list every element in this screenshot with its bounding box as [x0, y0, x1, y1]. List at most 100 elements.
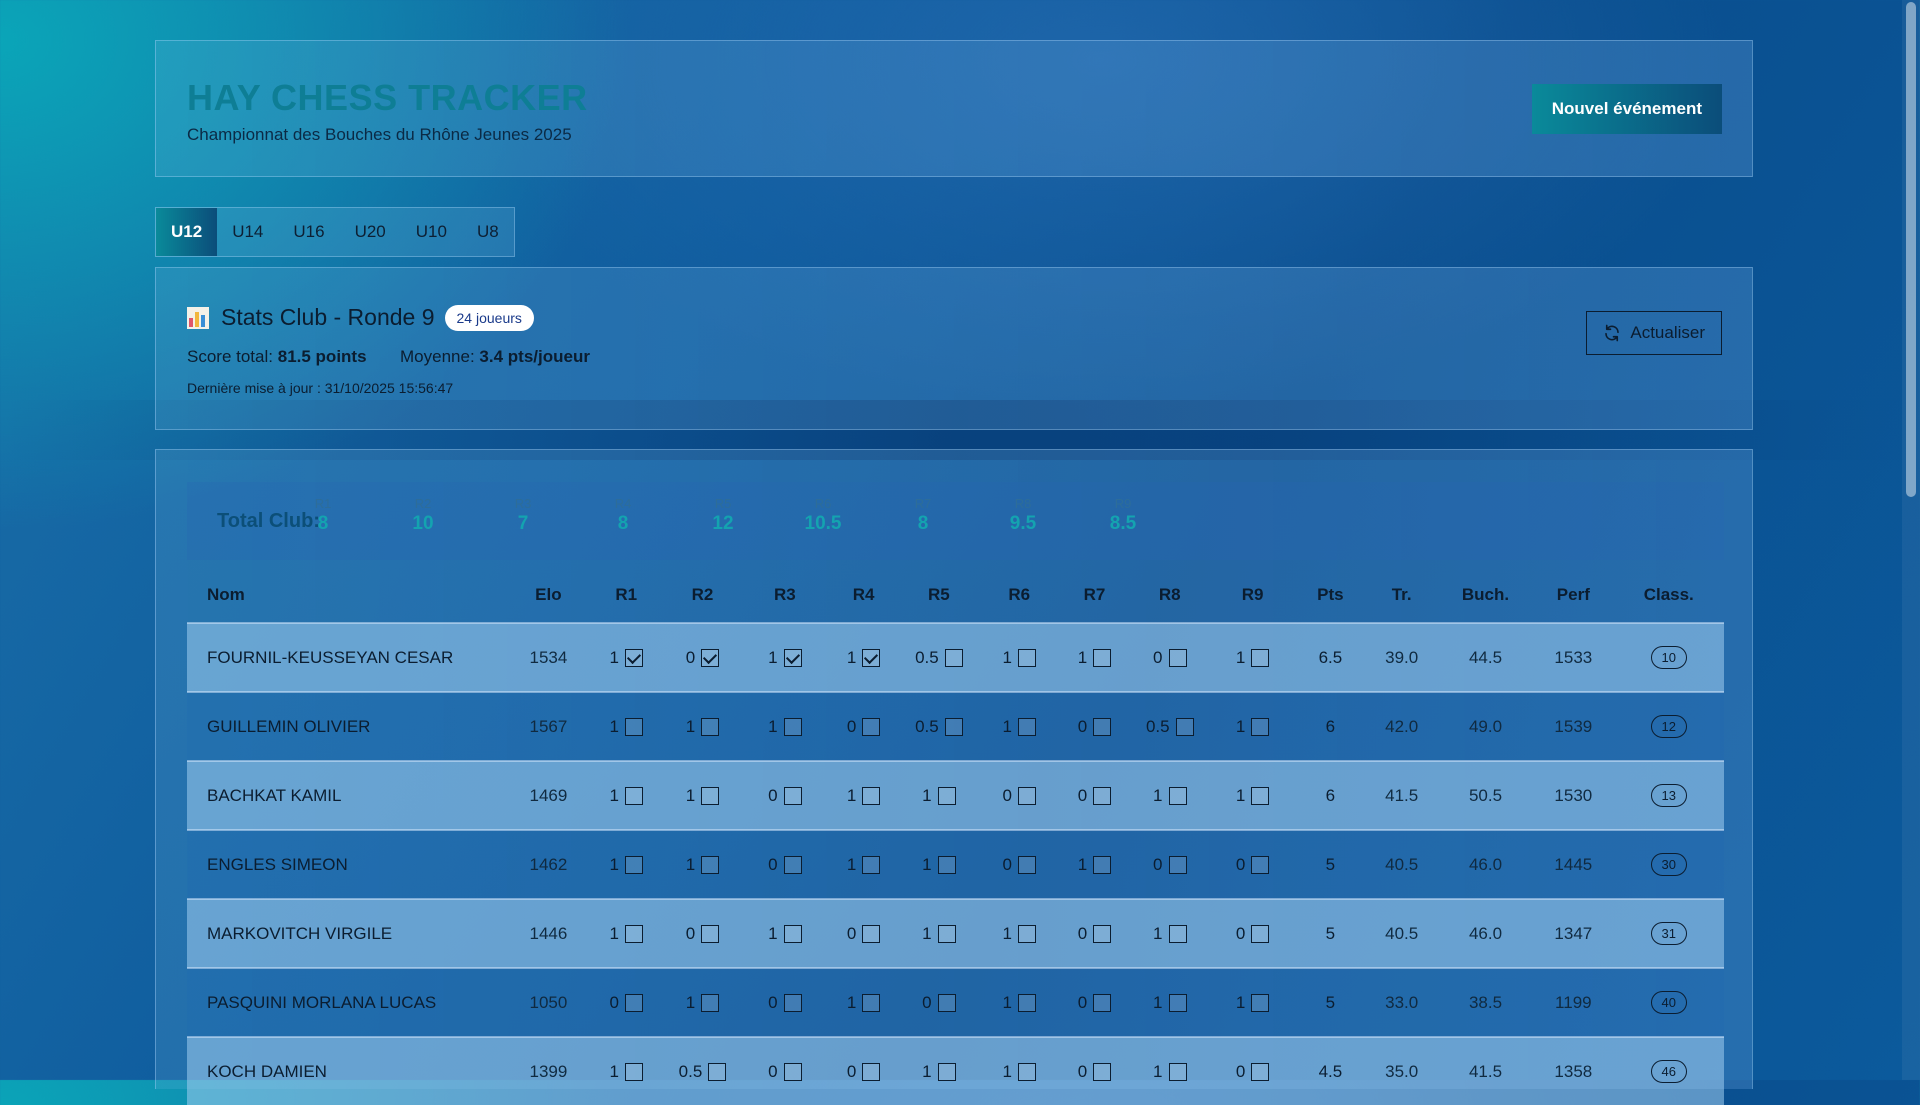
scrollbar-thumb[interactable]	[1906, 2, 1916, 497]
column-header-nom[interactable]: Nom	[187, 567, 508, 623]
round-checkbox[interactable]	[1093, 648, 1112, 667]
round-checkbox[interactable]	[708, 1062, 727, 1081]
round-checkbox[interactable]	[783, 993, 802, 1012]
round-checkbox[interactable]	[1017, 855, 1036, 874]
round-result-cell: 0.5	[663, 1036, 742, 1105]
tab-u8[interactable]: U8	[462, 208, 514, 256]
round-checkbox[interactable]	[624, 717, 643, 736]
column-header-r1[interactable]: R1	[589, 567, 664, 623]
round-score: 0.5	[678, 1061, 703, 1081]
round-checkbox[interactable]	[1017, 786, 1036, 805]
table-row[interactable]: ENGLES SIMEON 1462 1 1 0 1 1 0 1 0 0 5 40.5 46.0 1445 3…	[187, 829, 1724, 899]
round-checkbox[interactable]	[783, 855, 802, 874]
round-checkbox[interactable]	[624, 924, 643, 943]
column-header-pts[interactable]: Pts	[1295, 567, 1365, 623]
round-checkbox[interactable]	[1093, 855, 1112, 874]
round-checkbox[interactable]	[862, 924, 881, 943]
column-header-perf[interactable]: Perf	[1533, 567, 1613, 623]
table-row[interactable]: BACHKAT KAMIL 1469 1 1 0 1 1 0 0 1 1 6 41.5 50.5 1530 1…	[187, 760, 1724, 830]
round-total-label: R2	[414, 496, 432, 511]
round-checkbox[interactable]	[1017, 993, 1036, 1012]
round-checkbox[interactable]	[783, 648, 802, 667]
tab-u14[interactable]: U14	[217, 208, 278, 256]
table-row[interactable]: PASQUINI MORLANA LUCAS 1050 0 1 0 1 0 1 0 1 1 5 33.0…	[187, 967, 1724, 1037]
column-header-r9[interactable]: R9	[1210, 567, 1295, 623]
column-header-class[interactable]: Class.	[1613, 567, 1724, 623]
round-checkbox[interactable]	[937, 993, 956, 1012]
round-checkbox[interactable]	[1093, 1062, 1112, 1081]
round-checkbox[interactable]	[1251, 786, 1270, 805]
round-checkbox[interactable]	[862, 717, 881, 736]
round-checkbox[interactable]	[1251, 855, 1270, 874]
column-header-tr[interactable]: Tr.	[1366, 567, 1438, 623]
column-header-r3[interactable]: R3	[741, 567, 828, 623]
round-checkbox[interactable]	[1175, 717, 1194, 736]
refresh-button[interactable]: Actualiser	[1586, 311, 1722, 355]
round-checkbox[interactable]	[1093, 924, 1112, 943]
round-checkbox[interactable]	[1017, 1062, 1036, 1081]
round-checkbox[interactable]	[1017, 648, 1036, 667]
round-checkbox[interactable]	[1017, 717, 1036, 736]
round-result-cell: 1	[663, 967, 742, 1037]
tab-u20[interactable]: U20	[340, 208, 401, 256]
table-row[interactable]: MARKOVITCH VIRGILE 1446 1 0 1 0 1 1 0 1 0 5 40.5 46.0…	[187, 898, 1724, 968]
round-checkbox[interactable]	[701, 648, 720, 667]
round-checkbox[interactable]	[783, 924, 802, 943]
table-row[interactable]: FOURNIL-KEUSSEYAN CESAR 1534 1 0 1 1 0.5 1 1 0 1 6.…	[187, 622, 1724, 692]
round-checkbox[interactable]	[783, 717, 802, 736]
round-checkbox[interactable]	[1251, 1062, 1270, 1081]
round-checkbox[interactable]	[1168, 924, 1187, 943]
round-checkbox[interactable]	[1251, 924, 1270, 943]
round-checkbox[interactable]	[937, 1062, 956, 1081]
column-header-r2[interactable]: R2	[664, 567, 741, 623]
new-event-button[interactable]: Nouvel événement	[1531, 84, 1722, 134]
round-checkbox[interactable]	[862, 1062, 881, 1081]
round-checkbox[interactable]	[1168, 855, 1187, 874]
round-checkbox[interactable]	[624, 786, 643, 805]
round-checkbox[interactable]	[1168, 648, 1187, 667]
scrollbar[interactable]	[1902, 0, 1920, 1080]
round-checkbox[interactable]	[1251, 993, 1270, 1012]
round-checkbox[interactable]	[1251, 648, 1270, 667]
round-checkbox[interactable]	[862, 855, 881, 874]
round-checkbox[interactable]	[1017, 924, 1036, 943]
round-checkbox[interactable]	[944, 648, 963, 667]
round-checkbox[interactable]	[862, 786, 881, 805]
round-checkbox[interactable]	[937, 855, 956, 874]
column-header-r6[interactable]: R6	[979, 567, 1059, 623]
round-checkbox[interactable]	[701, 717, 720, 736]
round-checkbox[interactable]	[624, 855, 643, 874]
column-header-buch[interactable]: Buch.	[1438, 567, 1533, 623]
round-checkbox[interactable]	[1093, 993, 1112, 1012]
round-checkbox[interactable]	[701, 786, 720, 805]
round-checkbox[interactable]	[701, 993, 720, 1012]
round-checkbox[interactable]	[1168, 1062, 1187, 1081]
round-checkbox[interactable]	[1093, 786, 1112, 805]
round-checkbox[interactable]	[701, 855, 720, 874]
round-checkbox[interactable]	[862, 993, 881, 1012]
round-checkbox[interactable]	[701, 924, 720, 943]
table-row[interactable]: KOCH DAMIEN 1399 1 0.5 0 0 1 1 0 1 0 4.5 35.0 41.5 135…	[187, 1036, 1724, 1105]
table-row[interactable]: GUILLEMIN OLIVIER 1567 1 1 1 0 0.5 1 0 0.5 1 6 42.0 4…	[187, 691, 1724, 761]
tab-u10[interactable]: U10	[401, 208, 462, 256]
round-checkbox[interactable]	[624, 1062, 643, 1081]
tab-u16[interactable]: U16	[278, 208, 339, 256]
column-header-elo[interactable]: Elo	[508, 567, 588, 623]
round-checkbox[interactable]	[1093, 717, 1112, 736]
column-header-r5[interactable]: R5	[899, 567, 979, 623]
column-header-r7[interactable]: R7	[1059, 567, 1129, 623]
round-checkbox[interactable]	[783, 1062, 802, 1081]
round-checkbox[interactable]	[624, 993, 643, 1012]
round-checkbox[interactable]	[937, 786, 956, 805]
tab-u12[interactable]: U12	[156, 208, 218, 256]
round-checkbox[interactable]	[1168, 786, 1187, 805]
round-checkbox[interactable]	[862, 648, 881, 667]
column-header-r4[interactable]: R4	[828, 567, 898, 623]
round-checkbox[interactable]	[624, 648, 643, 667]
round-checkbox[interactable]	[1168, 993, 1187, 1012]
round-checkbox[interactable]	[1251, 717, 1270, 736]
round-checkbox[interactable]	[783, 786, 802, 805]
column-header-r8[interactable]: R8	[1130, 567, 1210, 623]
round-checkbox[interactable]	[944, 717, 963, 736]
round-checkbox[interactable]	[937, 924, 956, 943]
